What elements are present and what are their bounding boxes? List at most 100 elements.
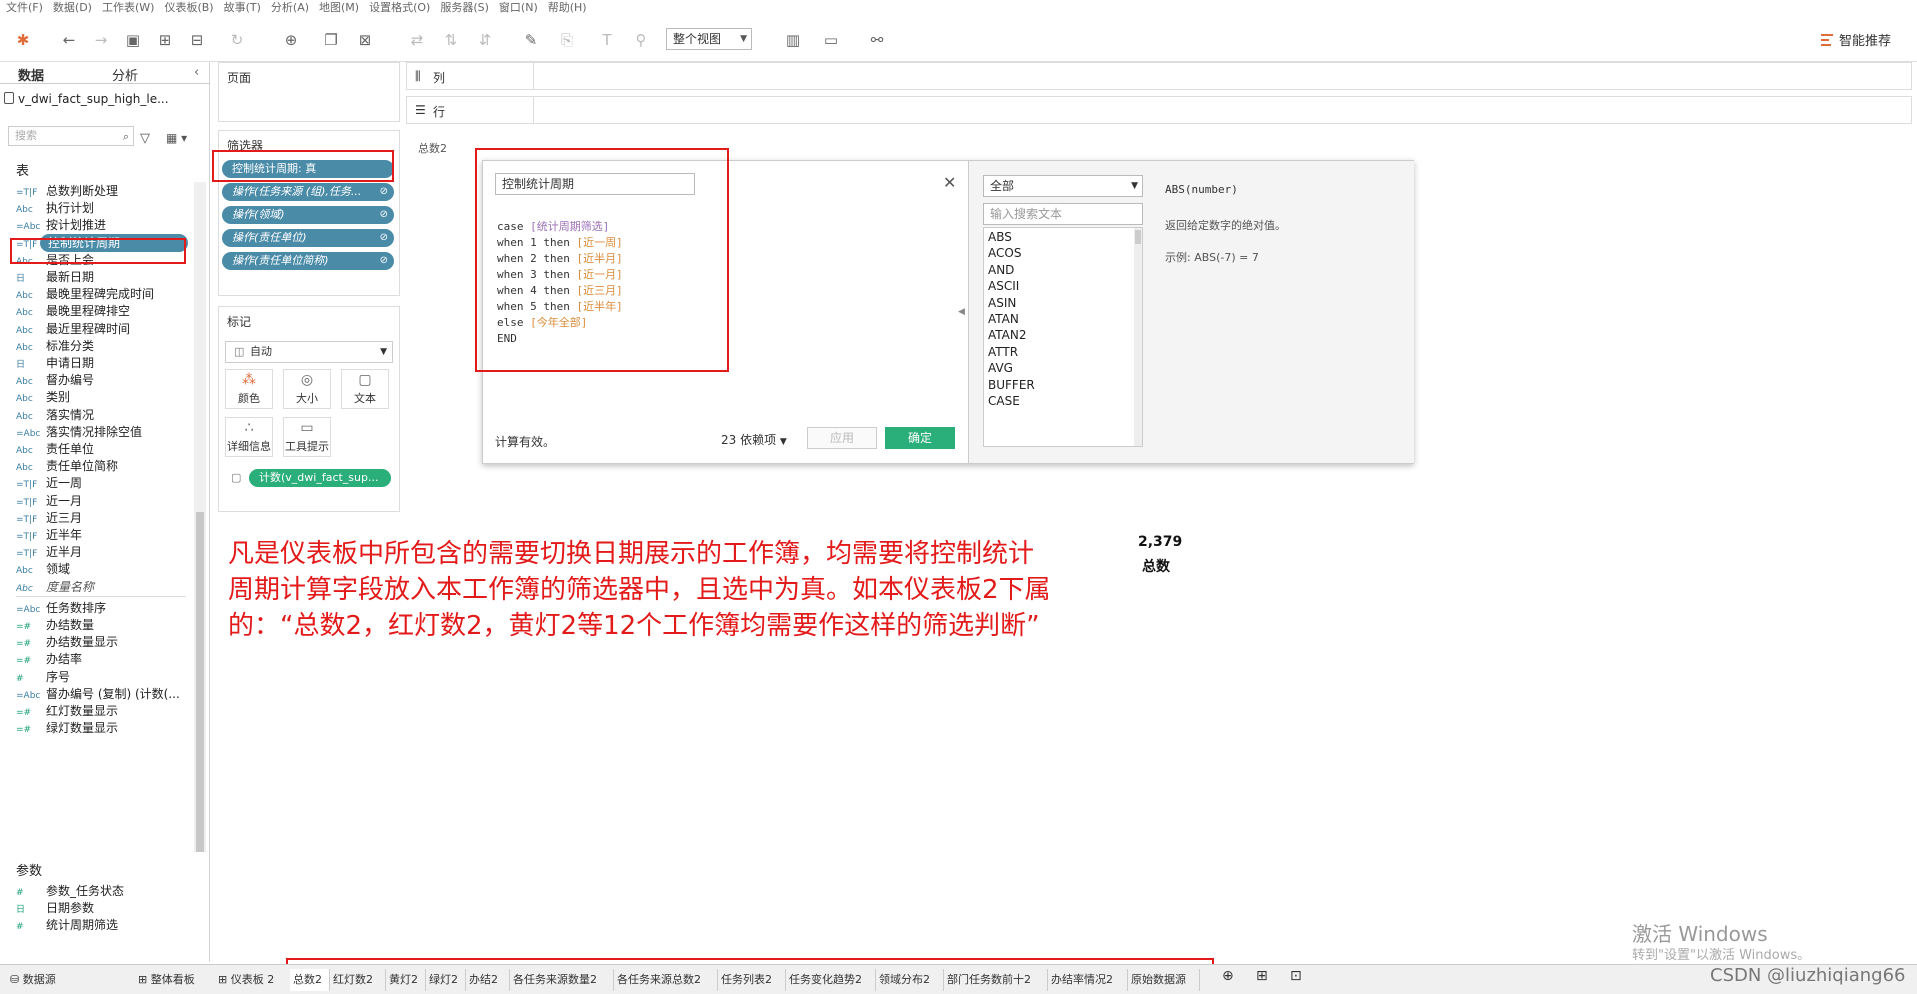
sheet-tab[interactable]: 部门任务数前十2 — [944, 969, 1048, 991]
field-item[interactable]: 日 申请日期 — [16, 354, 194, 372]
sort-asc-icon[interactable]: ⇅ — [440, 28, 462, 52]
mark-type-select[interactable]: ◫ 自动 ▼ — [225, 341, 393, 363]
tooltip-button[interactable]: ▭ 工具提示 — [283, 417, 331, 457]
forward-icon[interactable]: → — [90, 28, 112, 52]
menu-item-1[interactable]: 数据(D) — [53, 0, 92, 16]
param-item[interactable]: # 参数_任务状态 — [16, 882, 194, 900]
menu-item-8[interactable]: 服务器(S) — [440, 0, 489, 16]
function-list-scrollbar[interactable] — [1134, 228, 1142, 446]
field-item[interactable]: =T|F 近一月 — [16, 492, 194, 510]
save-icon[interactable]: ▣ — [122, 28, 144, 52]
menu-item-7[interactable]: 设置格式(O) — [369, 0, 430, 16]
field-item[interactable]: =T|F 近半月 — [16, 543, 194, 561]
field-item[interactable]: Abc 领域 — [16, 560, 194, 578]
swap-icon[interactable]: ⇄ — [406, 28, 428, 52]
param-item[interactable]: # 统计周期筛选 — [16, 916, 194, 934]
close-icon[interactable]: ✕ — [943, 173, 956, 192]
field-item[interactable]: =T|F 近半年 — [16, 526, 194, 544]
pages-shelf[interactable]: 页面 — [218, 62, 400, 122]
field-search-input[interactable]: 搜索 ⌕ — [8, 126, 134, 146]
field-item[interactable]: Abc 类别 — [16, 388, 194, 406]
new-sheet-icon[interactable]: ⊕ — [280, 28, 302, 52]
field-item[interactable]: =# 办结数量显示 — [16, 633, 194, 651]
filter-icon[interactable]: ▽ — [140, 126, 150, 150]
view-select[interactable]: 整个视图 ▼ — [666, 28, 752, 50]
menu-item-0[interactable]: 文件(F) — [6, 0, 43, 16]
ok-button[interactable]: 确定 — [885, 427, 955, 449]
sheet-tab[interactable]: 原始数据源 — [1128, 969, 1200, 991]
function-item[interactable]: CASE — [988, 394, 1020, 408]
filter-pill[interactable]: 操作(领域) ⊘ — [222, 206, 394, 224]
tab-dashboard2[interactable]: ⊞ 仪表板 2 — [218, 971, 274, 987]
param-item[interactable]: 日 日期参数 — [16, 899, 194, 917]
scroll-thumb[interactable] — [196, 512, 204, 852]
menu-item-10[interactable]: 帮助(H) — [548, 0, 587, 16]
new-dashboard-icon[interactable]: ⊞ — [1256, 968, 1268, 984]
menu-item-4[interactable]: 故事(T) — [224, 0, 261, 16]
menu-item-3[interactable]: 仪表板(B) — [164, 0, 213, 16]
field-item[interactable]: Abc 督办编号 — [16, 371, 194, 389]
function-item[interactable]: ASCII — [988, 279, 1019, 293]
tab-data[interactable]: 数据 — [18, 65, 44, 84]
sheet-tab[interactable]: 总数2 — [290, 969, 330, 991]
function-item[interactable]: ASIN — [988, 296, 1016, 310]
sheet-tab[interactable]: 各任务来源总数2 — [614, 969, 718, 991]
refresh-icon[interactable]: ↻ — [226, 28, 248, 52]
field-item[interactable]: =Abc 按计划推进 — [16, 216, 194, 234]
field-item[interactable]: =Abc 落实情况排除空值 — [16, 423, 194, 441]
back-icon[interactable]: ← — [58, 28, 80, 52]
field-item[interactable]: =# 办结率 — [16, 650, 194, 668]
highlight-icon[interactable]: ✎ — [520, 28, 542, 52]
sheet-tab[interactable]: 红灯数2 — [330, 969, 386, 991]
new-worksheet-icon[interactable]: ⊕ — [1222, 968, 1234, 984]
field-item[interactable]: Abc 执行计划 — [16, 199, 194, 217]
function-search-input[interactable]: 输入搜索文本 — [983, 203, 1143, 225]
function-item[interactable]: BUFFER — [988, 378, 1035, 392]
sheet-tab[interactable]: 任务列表2 — [718, 969, 786, 991]
collapse-icon[interactable]: ‹ — [194, 65, 199, 80]
field-item[interactable]: Abc 标准分类 — [16, 337, 194, 355]
menu-item-2[interactable]: 工作表(W) — [102, 0, 154, 16]
tab-whole-board[interactable]: ⊞ 整体看板 — [138, 971, 195, 987]
datasource-name[interactable]: v_dwi_fact_sup_high_le... — [18, 92, 169, 106]
function-item[interactable]: AND — [988, 263, 1014, 277]
group-icon[interactable]: ⎘ — [556, 28, 578, 52]
color-button[interactable]: ⁂ 颜色 — [225, 369, 273, 409]
field-item[interactable]: =# 办结数量 — [16, 616, 194, 634]
sheet-tab[interactable]: 办结率情况2 — [1048, 969, 1128, 991]
sort-desc-icon[interactable]: ⇵ — [474, 28, 496, 52]
sheet-tab[interactable]: 任务变化趋势2 — [786, 969, 876, 991]
filter-pill[interactable]: 操作(责任单位简称) ⊘ — [222, 252, 394, 270]
share-icon[interactable]: ⚯ — [866, 28, 888, 52]
field-item[interactable]: Abc 最晚里程碑完成时间 — [16, 285, 194, 303]
function-item[interactable]: ABS — [988, 230, 1012, 244]
tab-analysis[interactable]: 分析 — [112, 65, 138, 84]
rows-shelf[interactable]: ☰ 行 — [406, 96, 1912, 124]
new-story-icon[interactable]: ⊡ — [1290, 968, 1302, 984]
sheet-tab[interactable]: 绿灯2 — [426, 969, 466, 991]
columns-shelf[interactable]: ⫼ 列 — [406, 62, 1912, 90]
text-button[interactable]: ▢ 文本 — [341, 369, 389, 409]
label-icon[interactable]: T — [596, 28, 618, 52]
view-options-icon[interactable]: ▦ ▾ — [166, 126, 187, 150]
field-item[interactable]: # 序号 — [16, 668, 194, 686]
sheet-tab[interactable]: 各任务来源数量2 — [510, 969, 614, 991]
presentation-icon[interactable]: ▭ — [820, 28, 842, 52]
mark-pill-count[interactable]: 计数(v_dwi_fact_sup... — [249, 469, 391, 487]
menu-item-9[interactable]: 窗口(N) — [499, 0, 538, 16]
filter-pill[interactable]: 操作(责任单位) ⊘ — [222, 229, 394, 247]
field-list-scrollbar[interactable] — [194, 182, 206, 852]
field-item[interactable]: Abc 责任单位简称 — [16, 457, 194, 475]
function-item[interactable]: ATAN — [988, 312, 1019, 326]
clear-sheet-icon[interactable]: ⊠ — [354, 28, 376, 52]
detail-button[interactable]: ∴ 详细信息 — [225, 417, 273, 457]
field-item[interactable]: Abc 责任单位 — [16, 440, 194, 458]
field-item[interactable]: Abc 度量名称 — [16, 578, 194, 596]
show-cards-icon[interactable]: ▥ — [782, 28, 804, 52]
duplicate-sheet-icon[interactable]: ❐ — [320, 28, 342, 52]
field-item[interactable]: =T|F 近三月 — [16, 509, 194, 527]
scroll-thumb[interactable] — [1135, 230, 1141, 244]
dependencies-dropdown[interactable]: 23 依赖项 ▼ — [721, 431, 787, 448]
field-item[interactable]: 日 最新日期 — [16, 268, 194, 286]
field-item[interactable]: Abc 最晚里程碑排空 — [16, 302, 194, 320]
